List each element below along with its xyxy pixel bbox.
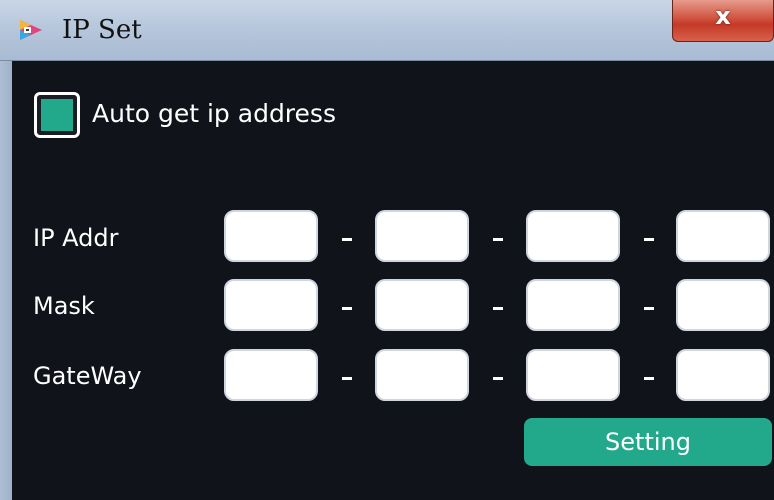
- ip-addr-octet-3[interactable]: [526, 210, 620, 262]
- gateway-separator: [644, 377, 654, 380]
- gateway-separator: [493, 377, 503, 380]
- mask-octet-4[interactable]: [676, 279, 770, 331]
- ip-addr-octet-4[interactable]: [676, 210, 770, 262]
- ip-set-window: IP Set x Auto get ip address IP Addr Mas…: [0, 0, 774, 500]
- mask-separator: [493, 307, 503, 310]
- mask-octet-2[interactable]: [375, 279, 469, 331]
- gateway-label: GateWay: [33, 362, 142, 390]
- title-bar[interactable]: IP Set x: [0, 0, 774, 61]
- mask-separator: [342, 307, 352, 310]
- window-frame-left: [0, 61, 12, 500]
- gateway-octet-4[interactable]: [676, 349, 770, 401]
- mask-separator: [644, 307, 654, 310]
- ip-addr-separator: [644, 238, 654, 241]
- gateway-separator: [342, 377, 352, 380]
- ip-addr-separator: [342, 238, 352, 241]
- gateway-octet-2[interactable]: [375, 349, 469, 401]
- setting-button[interactable]: Setting: [524, 418, 772, 466]
- ip-addr-octet-2[interactable]: [375, 210, 469, 262]
- close-icon: x: [715, 2, 731, 30]
- ip-addr-label: IP Addr: [33, 224, 119, 252]
- app-play-icon: [20, 20, 42, 40]
- mask-label: Mask: [33, 292, 95, 320]
- ip-addr-octet-1[interactable]: [224, 210, 318, 262]
- mask-octet-3[interactable]: [526, 279, 620, 331]
- auto-ip-checkbox[interactable]: [34, 92, 80, 138]
- window-title: IP Set: [62, 15, 142, 45]
- gateway-octet-1[interactable]: [224, 349, 318, 401]
- mask-octet-1[interactable]: [224, 279, 318, 331]
- close-button[interactable]: x: [672, 0, 774, 42]
- checkbox-checked-fill: [41, 99, 73, 131]
- auto-ip-label[interactable]: Auto get ip address: [92, 96, 336, 132]
- ip-addr-separator: [493, 238, 503, 241]
- gateway-octet-3[interactable]: [526, 349, 620, 401]
